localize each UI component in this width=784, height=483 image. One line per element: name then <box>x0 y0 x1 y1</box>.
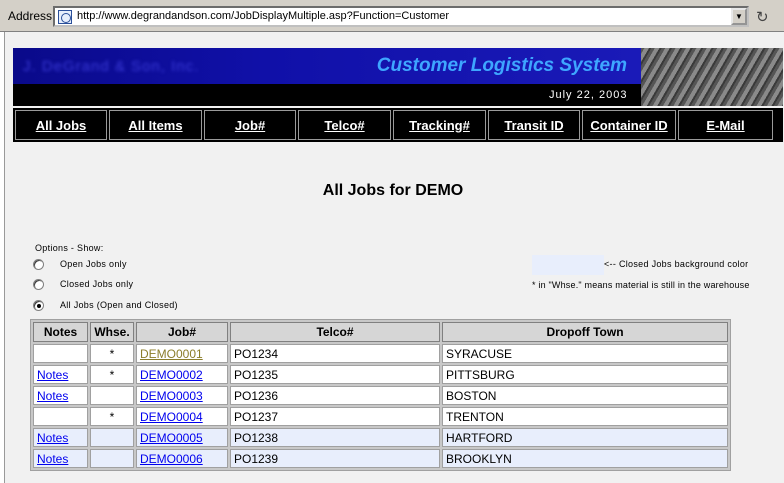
address-input[interactable]: http://www.degrandandson.com/JobDisplayM… <box>53 6 749 27</box>
site-banner: J. DeGrand & Son, Inc. Customer Logistic… <box>13 48 783 106</box>
town-cell: BOSTON <box>442 386 728 405</box>
nav-all-jobs[interactable]: All Jobs <box>15 110 107 140</box>
job-link[interactable]: DEMO0002 <box>140 368 203 382</box>
col-telco: Telco# <box>230 322 440 342</box>
notes-link[interactable]: Notes <box>37 431 68 445</box>
address-label: Address <box>8 9 53 23</box>
job-link[interactable]: DEMO0006 <box>140 452 203 466</box>
job-link[interactable]: DEMO0001 <box>140 347 203 361</box>
page-icon <box>58 10 72 24</box>
telco-cell: PO1235 <box>230 365 440 384</box>
notes-cell: Notes <box>33 449 88 468</box>
job-cell: DEMO0003 <box>136 386 228 405</box>
nav-tracking-number[interactable]: Tracking# <box>393 110 486 140</box>
col-dropoff-town: Dropoff Town <box>442 322 728 342</box>
options-title: Options - Show: <box>35 243 104 253</box>
banner-bar: J. DeGrand & Son, Inc. Customer Logistic… <box>13 48 641 84</box>
whse-cell: * <box>90 344 134 363</box>
nav-email[interactable]: E-Mail <box>678 110 773 140</box>
company-logo: J. DeGrand & Son, Inc. <box>23 58 200 75</box>
telco-cell: PO1236 <box>230 386 440 405</box>
whse-cell: * <box>90 407 134 426</box>
telco-cell: PO1234 <box>230 344 440 363</box>
jobs-table: Notes Whse. Job# Telco# Dropoff Town * D… <box>30 319 731 471</box>
table-row-closed: Notes DEMO0006 PO1239 BROOKLYN <box>33 449 728 468</box>
table-row: * DEMO0004 PO1237 TRENTON <box>33 407 728 426</box>
radio-closed-jobs[interactable] <box>33 279 44 290</box>
table-row: * DEMO0001 PO1234 SYRACUSE <box>33 344 728 363</box>
col-job: Job# <box>136 322 228 342</box>
site-title: Customer Logistics System <box>376 55 627 76</box>
town-cell: HARTFORD <box>442 428 728 447</box>
nav-transit-id[interactable]: Transit ID <box>488 110 580 140</box>
job-cell: DEMO0001 <box>136 344 228 363</box>
nav-all-items[interactable]: All Items <box>109 110 202 140</box>
town-cell: SYRACUSE <box>442 344 728 363</box>
notes-link[interactable]: Notes <box>37 389 68 403</box>
table-row-closed: Notes DEMO0005 PO1238 HARTFORD <box>33 428 728 447</box>
table-header-row: Notes Whse. Job# Telco# Dropoff Town <box>33 322 728 342</box>
notes-cell <box>33 344 88 363</box>
col-whse: Whse. <box>90 322 134 342</box>
notes-cell: Notes <box>33 386 88 405</box>
table-row: Notes * DEMO0002 PO1235 PITTSBURG <box>33 365 728 384</box>
nav-container-id[interactable]: Container ID <box>582 110 676 140</box>
job-link[interactable]: DEMO0004 <box>140 410 203 424</box>
page-content: J. DeGrand & Son, Inc. Customer Logistic… <box>0 32 784 483</box>
job-link[interactable]: DEMO0003 <box>140 389 203 403</box>
town-cell: PITTSBURG <box>442 365 728 384</box>
whse-cell: * <box>90 365 134 384</box>
job-cell: DEMO0002 <box>136 365 228 384</box>
telco-cell: PO1237 <box>230 407 440 426</box>
radio-all-jobs[interactable] <box>33 300 44 311</box>
notes-cell: Notes <box>33 428 88 447</box>
job-cell: DEMO0005 <box>136 428 228 447</box>
job-cell: DEMO0004 <box>136 407 228 426</box>
nav-job-number[interactable]: Job# <box>204 110 296 140</box>
page-body: J. DeGrand & Son, Inc. Customer Logistic… <box>4 32 784 483</box>
closed-color-swatch <box>532 255 604 275</box>
radio-open-jobs[interactable] <box>33 259 44 270</box>
keyboard-photo <box>641 48 783 106</box>
closed-color-legend: <-- Closed Jobs background color <box>604 259 749 269</box>
notes-link[interactable]: Notes <box>37 368 68 382</box>
job-cell: DEMO0006 <box>136 449 228 468</box>
whse-cell <box>90 449 134 468</box>
nav-bar: All Jobs All Items Job# Telco# Tracking#… <box>13 108 783 142</box>
page-title: All Jobs for DEMO <box>322 182 464 199</box>
job-link[interactable]: DEMO0005 <box>140 431 203 445</box>
town-cell: TRENTON <box>442 407 728 426</box>
address-url: http://www.degrandandson.com/JobDisplayM… <box>77 10 450 22</box>
warehouse-note: * in "Whse." means material is still in … <box>532 280 750 290</box>
whse-cell <box>90 428 134 447</box>
notes-cell <box>33 407 88 426</box>
notes-cell: Notes <box>33 365 88 384</box>
col-notes: Notes <box>33 322 88 342</box>
go-arrow-icon[interactable]: ↻ <box>756 8 769 26</box>
address-dropdown-button[interactable]: ▼ <box>731 8 747 25</box>
banner-date: July 22, 2003 <box>549 89 628 101</box>
table-row: Notes DEMO0003 PO1236 BOSTON <box>33 386 728 405</box>
address-bar: Address http://www.degrandandson.com/Job… <box>0 0 784 32</box>
notes-link[interactable]: Notes <box>37 452 68 466</box>
whse-cell <box>90 386 134 405</box>
telco-cell: PO1238 <box>230 428 440 447</box>
telco-cell: PO1239 <box>230 449 440 468</box>
town-cell: BROOKLYN <box>442 449 728 468</box>
nav-telco-number[interactable]: Telco# <box>298 110 391 140</box>
